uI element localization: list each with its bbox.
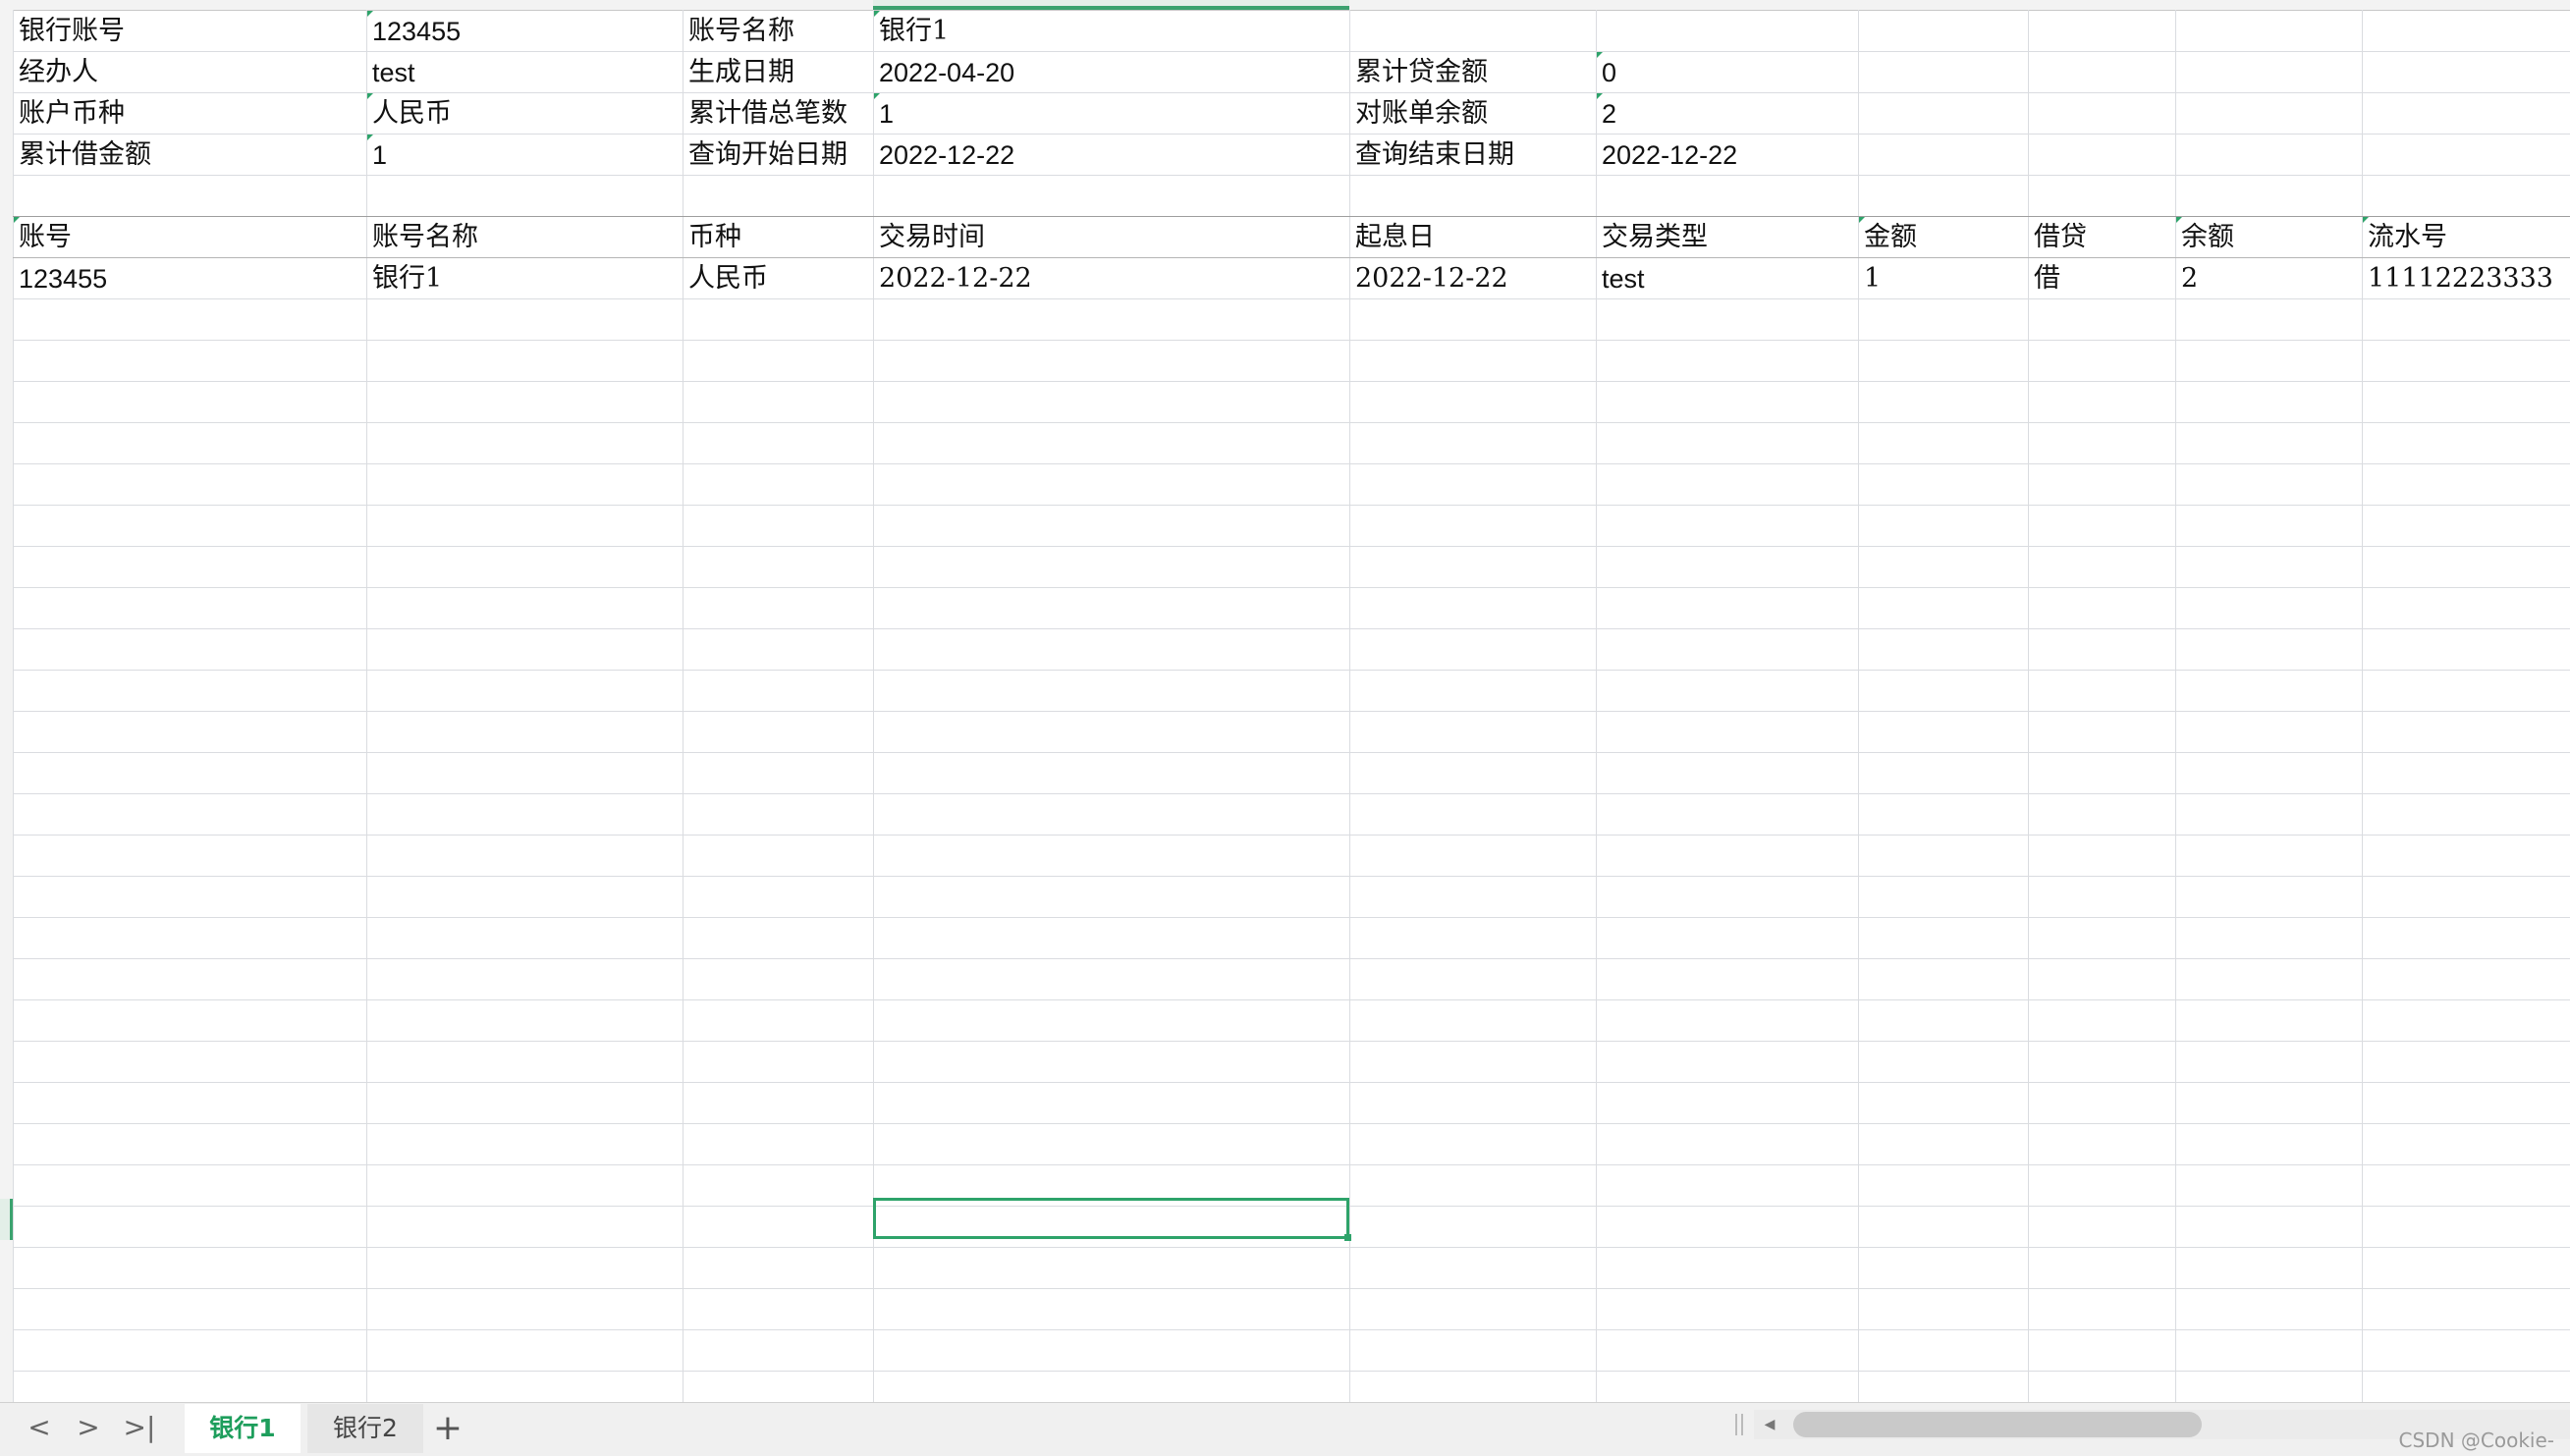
table-data-cell[interactable]: 2 xyxy=(2181,258,2360,299)
table-header-cell[interactable]: 借贷 xyxy=(2034,217,2173,258)
info-cell[interactable]: 经办人 xyxy=(19,52,364,93)
sheet-tab-1[interactable]: 银行1 xyxy=(185,1404,301,1453)
table-data-cell[interactable]: 11112223333 xyxy=(2368,258,2568,299)
cell-grid xyxy=(13,10,2570,1402)
scroll-left-icon[interactable]: ◀ xyxy=(1758,1411,1781,1438)
cell-number-format-marker xyxy=(874,11,880,17)
cell-number-format-marker xyxy=(367,135,373,140)
table-header-cell[interactable]: 余额 xyxy=(2181,217,2360,258)
scroll-split-handle[interactable] xyxy=(1735,1414,1743,1435)
info-cell[interactable]: 123455 xyxy=(372,11,681,52)
info-cell[interactable]: 查询开始日期 xyxy=(688,135,871,176)
cell-number-format-marker xyxy=(2176,217,2182,223)
table-data-cell[interactable]: 2022-12-22 xyxy=(1355,258,1594,299)
horizontal-scroll-thumb[interactable] xyxy=(1793,1412,2202,1437)
last-sheet-button[interactable]: >| xyxy=(120,1410,159,1445)
info-cell[interactable]: 累计借金额 xyxy=(19,135,364,176)
table-header-cell[interactable]: 金额 xyxy=(1864,217,2026,258)
spreadsheet-window: 银行账号 123455 账号名称 银行1 经办人 test 生成日期 2022-04-20 累计… xyxy=(0,0,2570,1456)
cell-number-format-marker xyxy=(367,11,373,17)
cell-number-format-marker xyxy=(2363,217,2369,223)
table-data-cell[interactable]: 人民币 xyxy=(688,258,871,299)
info-cell[interactable]: 银行1 xyxy=(879,11,1347,52)
info-cell[interactable]: 0 xyxy=(1602,52,1856,93)
cell-number-format-marker xyxy=(1597,52,1603,58)
cell-number-format-marker xyxy=(1597,93,1603,99)
info-cell[interactable]: 账户币种 xyxy=(19,93,364,135)
table-header-cell[interactable]: 账号名称 xyxy=(372,217,681,258)
info-cell[interactable]: 生成日期 xyxy=(688,52,871,93)
table-header-cell[interactable]: 交易时间 xyxy=(879,217,1347,258)
next-sheet-button[interactable]: > xyxy=(69,1410,108,1445)
cell-number-format-marker xyxy=(874,93,880,99)
info-cell[interactable]: 2022-12-22 xyxy=(879,135,1347,176)
table-header-cell[interactable]: 流水号 xyxy=(2368,217,2568,258)
cell-number-format-marker xyxy=(367,93,373,99)
table-header-cell[interactable]: 交易类型 xyxy=(1602,217,1856,258)
watermark-text: CSDN @Cookie- xyxy=(2398,1429,2554,1452)
info-cell[interactable]: 人民币 xyxy=(372,93,681,135)
info-cell[interactable]: 1 xyxy=(372,135,681,176)
table-data-cell[interactable]: 银行1 xyxy=(372,258,681,299)
info-cell[interactable]: 累计贷金额 xyxy=(1355,52,1594,93)
table-header-cell[interactable]: 起息日 xyxy=(1355,217,1594,258)
info-cell[interactable]: 2 xyxy=(1602,93,1856,135)
info-cell[interactable]: 2022-12-22 xyxy=(1602,135,1856,176)
info-cell[interactable]: 对账单余额 xyxy=(1355,93,1594,135)
info-cell[interactable]: 账号名称 xyxy=(688,11,871,52)
info-cell[interactable]: 2022-04-20 xyxy=(879,52,1347,93)
fill-handle[interactable] xyxy=(1344,1234,1351,1241)
table-header-cell[interactable]: 币种 xyxy=(688,217,871,258)
table-data-cell[interactable]: 2022-12-22 xyxy=(879,258,1347,299)
cell-number-format-marker xyxy=(1859,217,1865,223)
info-cell[interactable]: test xyxy=(372,52,681,93)
sheet-tab-2[interactable]: 银行2 xyxy=(307,1404,423,1453)
info-cell[interactable]: 1 xyxy=(879,93,1347,135)
info-cell[interactable]: 银行账号 xyxy=(19,11,364,52)
table-header-cell[interactable]: 账号 xyxy=(19,217,364,258)
table-data-cell[interactable]: 1 xyxy=(1864,258,2026,299)
info-cell[interactable]: 查询结束日期 xyxy=(1355,135,1594,176)
info-cell[interactable]: 累计借总笔数 xyxy=(688,93,871,135)
prev-sheet-button[interactable]: < xyxy=(20,1410,59,1445)
table-data-cell[interactable]: 借 xyxy=(2034,258,2173,299)
selected-cell[interactable] xyxy=(873,1198,1349,1239)
table-data-cell[interactable]: test xyxy=(1602,258,1856,299)
cell-number-format-marker xyxy=(14,217,20,223)
add-sheet-button[interactable]: + xyxy=(428,1407,467,1450)
table-data-cell[interactable]: 123455 xyxy=(19,258,364,299)
